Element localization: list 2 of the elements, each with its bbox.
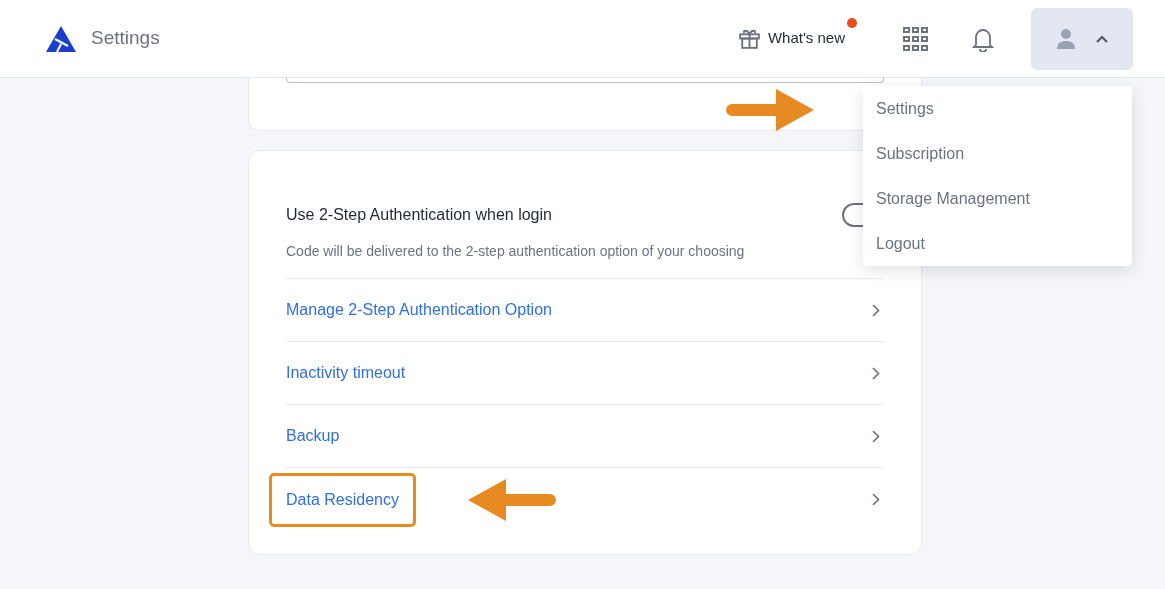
page-title: Settings <box>91 26 160 51</box>
setting-label: Use 2-Step Authentication when login <box>286 205 552 225</box>
